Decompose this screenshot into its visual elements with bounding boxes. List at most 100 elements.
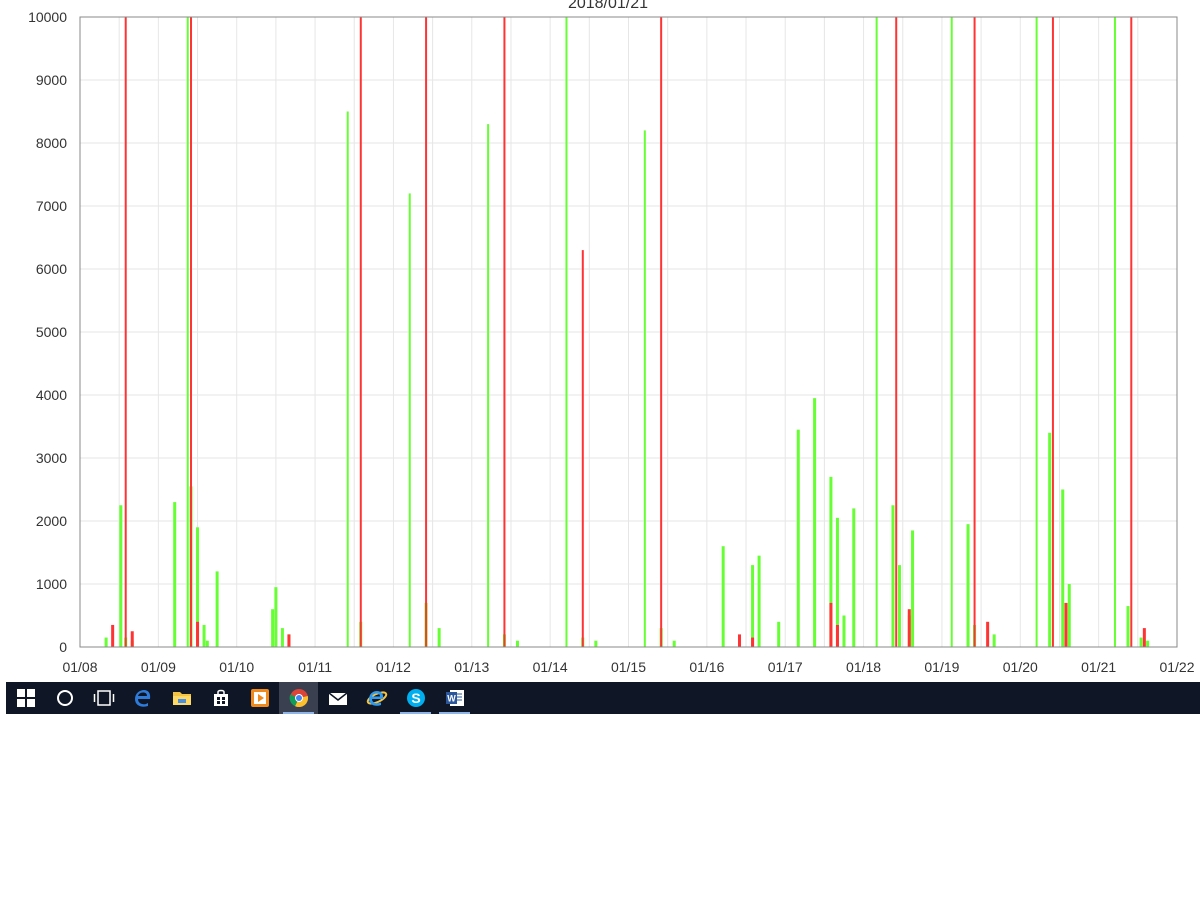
y-tick-label: 0 xyxy=(59,639,67,655)
data-spike xyxy=(274,587,278,647)
x-tick-label: 01/08 xyxy=(62,659,97,675)
data-spike xyxy=(186,17,189,647)
y-tick-label: 6000 xyxy=(36,261,67,277)
data-spike xyxy=(643,130,646,647)
x-tick-label: 01/21 xyxy=(1081,659,1116,675)
data-spike xyxy=(1061,489,1065,647)
y-tick-label: 10000 xyxy=(28,9,67,25)
data-spike xyxy=(986,621,990,647)
data-spike xyxy=(503,17,506,647)
y-tick-label: 8000 xyxy=(36,135,67,151)
data-spike xyxy=(202,624,206,647)
data-spike xyxy=(672,640,676,647)
taskbar-button-media-player[interactable] xyxy=(240,682,279,714)
taskbar-button-mail[interactable] xyxy=(318,682,357,714)
x-tick-label: 01/12 xyxy=(376,659,411,675)
taskbar-button-file-explorer[interactable] xyxy=(162,682,201,714)
windows-taskbar: SW xyxy=(6,682,1200,714)
x-tick-label: 01/15 xyxy=(611,659,646,675)
x-tick-label: 01/10 xyxy=(219,659,254,675)
data-spike xyxy=(196,621,200,647)
x-tick-label: 01/09 xyxy=(141,659,176,675)
data-spike xyxy=(1126,606,1130,647)
x-tick-label: 01/13 xyxy=(454,659,489,675)
data-spike xyxy=(1130,17,1133,647)
taskbar-button-windows-start[interactable] xyxy=(6,682,45,714)
x-tick-label: 01/16 xyxy=(689,659,724,675)
data-spike xyxy=(897,565,901,647)
windows-start-icon xyxy=(16,689,35,707)
taskbar-button-word[interactable]: W xyxy=(435,682,474,714)
chrome-browser-icon xyxy=(289,688,309,708)
data-spike xyxy=(104,637,108,647)
data-spike xyxy=(796,429,800,647)
taskbar-button-edge-browser[interactable] xyxy=(123,682,162,714)
data-spike xyxy=(907,609,911,647)
data-spike xyxy=(173,502,177,647)
store-icon xyxy=(212,689,230,707)
skype-icon: S xyxy=(406,688,426,708)
data-spike xyxy=(895,17,898,647)
x-tick-label: 01/11 xyxy=(298,659,332,675)
taskbar-button-search-cortana[interactable] xyxy=(45,682,84,714)
x-tick-label: 01/14 xyxy=(533,659,568,675)
word-icon: W xyxy=(445,688,465,708)
data-spike xyxy=(950,17,953,647)
y-tick-label: 2000 xyxy=(36,513,67,529)
data-spike xyxy=(130,631,134,647)
y-axis-ticks: 0 1000 2000 3000 4000 5000 6000 7000 8000 9000 100… xyxy=(28,9,67,655)
data-spike xyxy=(1035,17,1038,647)
chart-title: 2018/01/21 xyxy=(568,0,648,12)
x-tick-label: 01/19 xyxy=(924,659,959,675)
data-spike xyxy=(359,17,362,647)
data-spike xyxy=(992,634,996,647)
data-spike xyxy=(487,124,490,648)
edge-browser-icon xyxy=(133,688,153,708)
data-spike xyxy=(757,555,761,647)
data-spike xyxy=(1064,602,1068,647)
data-spike xyxy=(119,505,123,647)
data-spike xyxy=(660,17,663,647)
data-spike xyxy=(911,530,915,647)
data-spike xyxy=(515,640,519,647)
data-spike xyxy=(875,17,878,647)
data-spike xyxy=(280,628,284,647)
data-spike xyxy=(1113,17,1116,647)
media-player-icon xyxy=(250,688,270,708)
x-tick-label: 01/20 xyxy=(1003,659,1038,675)
data-spike xyxy=(835,624,839,647)
data-spike xyxy=(842,615,846,647)
taskbar-button-chrome-browser[interactable] xyxy=(279,682,318,714)
data-spike xyxy=(1048,432,1052,647)
mail-icon xyxy=(328,690,348,706)
y-tick-label: 1000 xyxy=(36,576,67,592)
data-spike xyxy=(425,17,428,647)
internet-explorer-icon xyxy=(366,688,388,708)
x-tick-label: 01/18 xyxy=(846,659,881,675)
y-tick-label: 5000 xyxy=(36,324,67,340)
data-spike xyxy=(829,602,833,647)
data-spike xyxy=(124,17,127,647)
x-tick-label: 01/22 xyxy=(1159,659,1194,675)
file-explorer-icon xyxy=(172,690,192,706)
data-spike xyxy=(287,634,291,647)
x-tick-label: 01/17 xyxy=(768,659,803,675)
taskbar-button-store[interactable] xyxy=(201,682,240,714)
data-spike xyxy=(1146,640,1150,647)
data-spike xyxy=(594,640,598,647)
search-cortana-icon xyxy=(56,689,74,707)
taskbar-button-task-view[interactable] xyxy=(84,682,123,714)
y-tick-label: 9000 xyxy=(36,72,67,88)
data-spike xyxy=(215,571,219,647)
data-spike xyxy=(1051,17,1054,647)
data-spike xyxy=(852,508,856,647)
data-spike xyxy=(738,634,742,647)
data-spike xyxy=(751,565,755,647)
data-spike xyxy=(271,609,275,647)
grid xyxy=(79,16,1178,648)
data-spike xyxy=(1142,628,1146,647)
taskbar-button-internet-explorer[interactable] xyxy=(357,682,396,714)
data-spike xyxy=(190,17,193,647)
taskbar-button-skype[interactable]: S xyxy=(396,682,435,714)
data-spike xyxy=(891,505,895,647)
